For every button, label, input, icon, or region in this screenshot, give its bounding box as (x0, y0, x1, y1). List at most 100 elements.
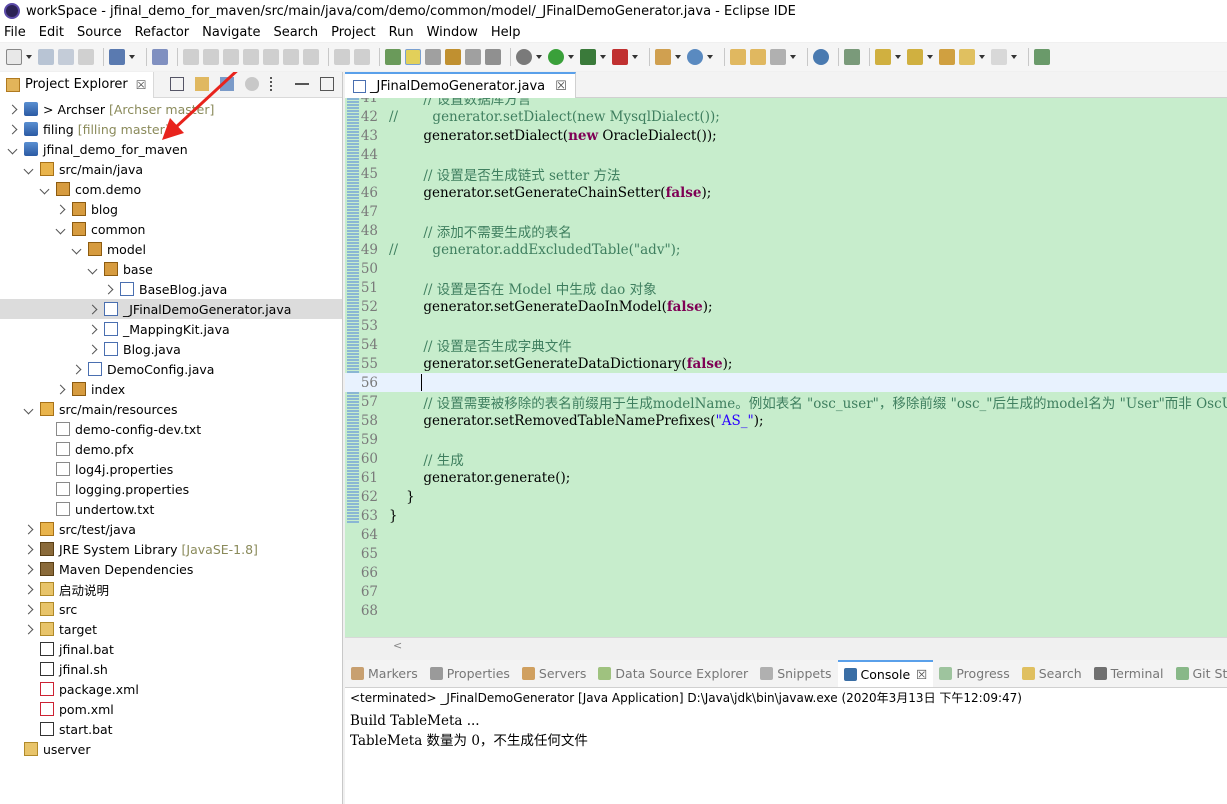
save-icon[interactable] (38, 49, 54, 65)
suspend-icon[interactable] (203, 49, 219, 65)
new-icon[interactable] (6, 49, 22, 65)
expanded-chevron-icon[interactable] (24, 163, 36, 175)
tree-item[interactable]: jfinal_demo_for_maven (0, 139, 342, 159)
code-line[interactable]: 41 // 设置数据库方言 (345, 98, 1227, 108)
focus-icon[interactable]: ​ (245, 77, 259, 91)
tree-item[interactable]: blog (0, 199, 342, 219)
menu-file[interactable]: File (4, 25, 26, 40)
coverage-icon[interactable] (580, 49, 596, 65)
collapsed-chevron-icon[interactable] (8, 103, 20, 115)
tree-item[interactable]: BaseBlog.java (0, 279, 342, 299)
new-java-project-icon[interactable] (655, 49, 671, 65)
collapsed-chevron-icon[interactable] (56, 203, 68, 215)
collapsed-chevron-icon[interactable] (88, 323, 100, 335)
tree-item[interactable]: model (0, 239, 342, 259)
expanded-chevron-icon[interactable] (72, 243, 84, 255)
code-line[interactable]: 66 (345, 563, 1227, 582)
tree-item[interactable]: pom.xml (0, 699, 342, 719)
tab-properties[interactable]: Properties (424, 660, 516, 687)
menu-window[interactable]: Window (427, 25, 478, 40)
step-over-icon[interactable] (283, 49, 299, 65)
menu-search[interactable]: Search (273, 25, 318, 40)
next-annotation-icon[interactable] (875, 49, 891, 65)
tab-markers[interactable]: Markers (345, 660, 424, 687)
back-dropdown-icon[interactable] (979, 49, 986, 65)
tree-item[interactable]: DemoConfig.java (0, 359, 342, 379)
close-icon[interactable]: ☒ (916, 667, 927, 682)
external-tools-dropdown-icon[interactable] (632, 49, 639, 65)
code-line[interactable]: 44 (345, 145, 1227, 164)
expanded-chevron-icon[interactable] (24, 403, 36, 415)
pilcrow-icon[interactable] (485, 49, 501, 65)
collapsed-chevron-icon[interactable] (24, 563, 36, 575)
code-line[interactable]: 51 // 设置是否在 Model 中生成 dao 对象 (345, 278, 1227, 298)
code-line[interactable]: 49 // generator.addExcludedTable("adv"); (345, 240, 1227, 259)
collapsed-chevron-icon[interactable] (24, 583, 36, 595)
back-icon[interactable] (959, 49, 975, 65)
code-line[interactable]: 60 // 生成 (345, 449, 1227, 469)
minimize-icon[interactable]: ​ (295, 77, 309, 85)
menu-navigate[interactable]: Navigate (202, 25, 260, 40)
view-menu-icon[interactable]: ​ (270, 77, 284, 91)
terminal-icon[interactable] (109, 49, 125, 65)
filter-icon[interactable]: ​ (220, 77, 234, 91)
resume-icon[interactable] (183, 49, 199, 65)
save-all-icon[interactable] (58, 49, 74, 65)
search-tool-dropdown-icon[interactable] (790, 49, 797, 65)
step-into-icon[interactable] (263, 49, 279, 65)
tree-item[interactable]: Blog.java (0, 339, 342, 359)
code-line[interactable]: 64 (345, 525, 1227, 544)
tree-item[interactable]: JRE System Library [JavaSE-1.8] (0, 539, 342, 559)
code-line[interactable]: 55 generator.setGenerateDataDictionary(f… (345, 354, 1227, 373)
tab-jfinal-demo-generator[interactable]: _JFinalDemoGenerator.java ☒ (345, 72, 576, 98)
code-line[interactable]: 68 (345, 601, 1227, 620)
tree-item[interactable]: jfinal.sh (0, 659, 342, 679)
tree-item[interactable]: start.bat (0, 719, 342, 739)
collapsed-chevron-icon[interactable] (72, 363, 84, 375)
tree-item[interactable]: _MappingKit.java (0, 319, 342, 339)
code-line[interactable]: 42 // generator.setDialect(new MysqlDiale… (345, 107, 1227, 126)
collapsed-chevron-icon[interactable] (8, 123, 20, 135)
new-dropdown-icon[interactable] (26, 49, 33, 65)
tree-item[interactable]: package.xml (0, 679, 342, 699)
show-whitespace-icon[interactable] (445, 49, 461, 65)
tree-item[interactable]: com.demo (0, 179, 342, 199)
code-line[interactable]: 46 generator.setGenerateChainSetter(fals… (345, 183, 1227, 202)
code-line[interactable]: 45 // 设置是否生成链式 setter 方法 (345, 164, 1227, 184)
use-step-filters-icon[interactable] (354, 49, 370, 65)
tree-item[interactable]: common (0, 219, 342, 239)
tree-item[interactable]: undertow.txt (0, 499, 342, 519)
tree-item[interactable]: filing [filling master] (0, 119, 342, 139)
code-line[interactable]: 56 (345, 373, 1227, 392)
collapsed-chevron-icon[interactable] (24, 543, 36, 555)
tab-snippets[interactable]: Snippets (754, 660, 837, 687)
collapsed-chevron-icon[interactable] (56, 383, 68, 395)
open-type-icon[interactable] (730, 49, 746, 65)
debug-icon[interactable] (516, 49, 532, 65)
tree-item[interactable]: log4j.properties (0, 459, 342, 479)
collapsed-chevron-icon[interactable] (24, 623, 36, 635)
link-with-editor-icon[interactable]: ​ (195, 77, 209, 91)
disconnect-icon[interactable] (243, 49, 259, 65)
horizontal-scrollbar[interactable]: < (345, 637, 1227, 654)
expanded-chevron-icon[interactable] (56, 223, 68, 235)
forward-icon[interactable] (991, 49, 1007, 65)
collapsed-chevron-icon[interactable] (104, 283, 116, 295)
code-line[interactable]: 47 (345, 202, 1227, 221)
block-selection-icon[interactable] (425, 49, 441, 65)
code-line[interactable]: 59 (345, 430, 1227, 449)
scroll-left-icon[interactable]: < (393, 639, 402, 652)
expanded-chevron-icon[interactable] (40, 183, 52, 195)
maximize-icon[interactable]: ​ (320, 77, 334, 91)
code-line[interactable]: 54 // 设置是否生成字典文件 (345, 335, 1227, 355)
code-line[interactable]: 62 } (345, 487, 1227, 506)
tree-item[interactable]: base (0, 259, 342, 279)
last-edit-icon[interactable] (939, 49, 955, 65)
annotation-icon[interactable] (844, 49, 860, 65)
coverage-dropdown-icon[interactable] (600, 49, 607, 65)
tab-terminal[interactable]: Terminal (1088, 660, 1170, 687)
new-class-dropdown-icon[interactable] (707, 49, 714, 65)
run-dropdown-icon[interactable] (568, 49, 575, 65)
skip-breakpoints-icon[interactable] (152, 49, 168, 65)
previous-annotation-dropdown-icon[interactable] (927, 49, 934, 65)
